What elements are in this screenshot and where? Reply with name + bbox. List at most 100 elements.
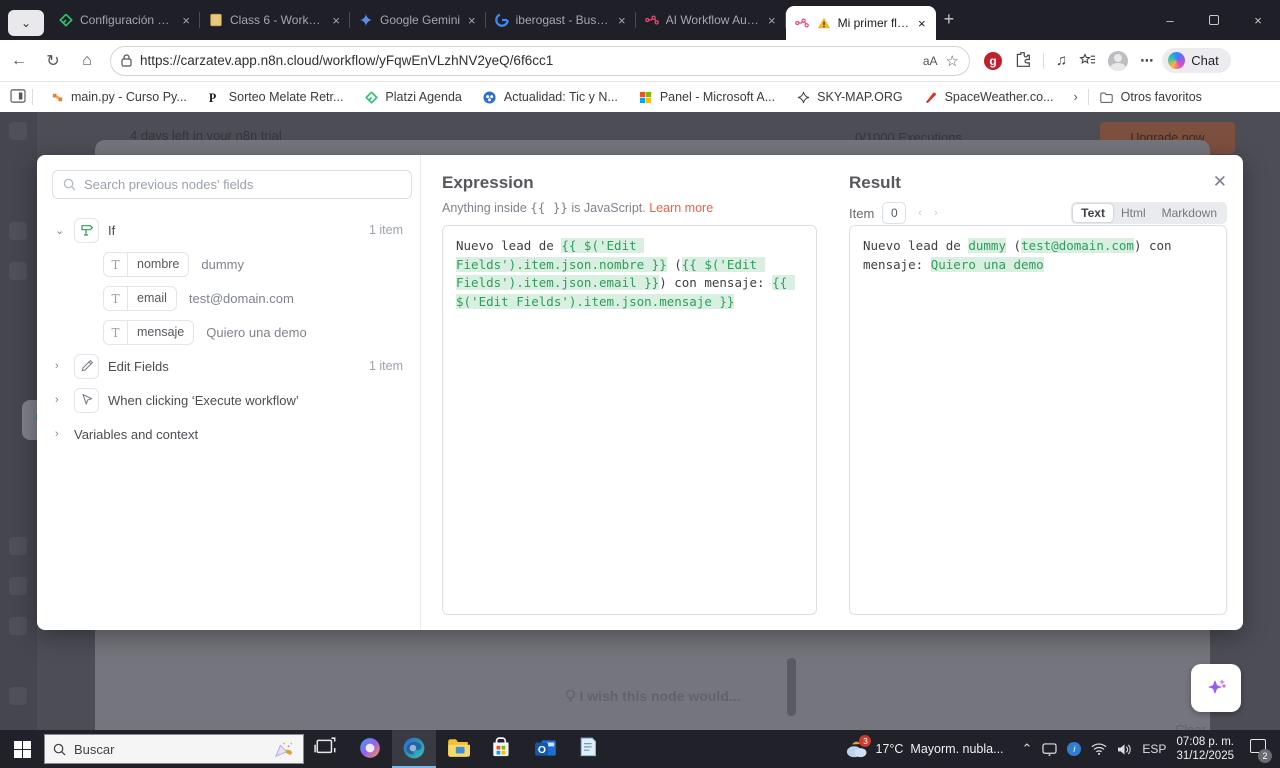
ai-assistant-button[interactable] [1191, 664, 1241, 712]
clear-execution-button[interactable]: Clear execution [1175, 722, 1231, 730]
translate-icon[interactable]: aA [923, 54, 938, 68]
taskbar-app-outlook[interactable]: O [524, 730, 568, 768]
taskbar-app-ms-store[interactable] [480, 730, 524, 768]
taskbar-app-edge[interactable] [392, 730, 436, 768]
scrollbar-thumb[interactable] [787, 658, 796, 716]
wifi-icon[interactable] [1091, 743, 1107, 755]
result-mode-text[interactable]: Text [1073, 204, 1113, 222]
search-input[interactable] [84, 177, 401, 192]
profile-avatar[interactable] [1108, 50, 1129, 71]
bookmarks-bar: main.py - Curso Py... P Sorteo Melate Retr… [0, 82, 1280, 112]
tree-field-email[interactable]: Temail test@domain.com [37, 281, 421, 315]
chevron-right-icon[interactable]: › [55, 360, 69, 372]
taskbar-search[interactable]: Buscar [44, 734, 304, 764]
expression-title: Expression [442, 173, 534, 192]
media-controls-icon[interactable]: ♫ [1056, 52, 1067, 69]
bookmark-item[interactable]: SpaceWeather.co... [913, 89, 1064, 105]
bookmark-item[interactable]: Actualidad: Tic y N... [472, 89, 628, 105]
volume-icon[interactable] [1117, 743, 1132, 756]
result-mode-html[interactable]: Html [1113, 204, 1154, 222]
chevron-right-icon[interactable]: › [55, 394, 69, 406]
field-pill[interactable]: Temail [103, 285, 177, 311]
browser-tab[interactable]: AI Workflow Automat × [636, 0, 786, 40]
home-button[interactable]: ⌂ [72, 46, 102, 76]
item-label: Item [849, 205, 875, 221]
bookmark-item[interactable]: Panel - Microsoft A... [628, 89, 785, 105]
tab-close-icon[interactable]: × [466, 13, 478, 28]
result-mode-markdown[interactable]: Markdown [1154, 204, 1225, 222]
tab-close-icon[interactable]: × [330, 13, 342, 28]
tree-node-variables-and-context[interactable]: › Variables and context [37, 417, 421, 451]
extensions-puzzle-icon[interactable] [1014, 51, 1031, 71]
sidebar-toggle-icon[interactable] [10, 88, 26, 106]
onedrive-info-icon[interactable]: i [1067, 742, 1082, 756]
microsoft-icon [638, 89, 654, 105]
node-feedback-prompt[interactable]: I wish this node would... [95, 688, 1210, 704]
grammarly-icon[interactable]: g [984, 51, 1002, 70]
edge-icon [402, 736, 426, 763]
tab-close-icon[interactable]: × [916, 16, 928, 31]
taskbar-weather[interactable]: 3 17°C Mayorm. nubla... [844, 735, 1004, 759]
text-type-icon: T [104, 286, 128, 310]
bookmark-item[interactable]: P Sorteo Melate Retr... [197, 89, 354, 105]
browser-tab[interactable]: Configuración paso a × [50, 0, 200, 40]
bookmark-item[interactable]: main.py - Curso Py... [39, 89, 197, 105]
notification-center-button[interactable]: 2 [1244, 737, 1272, 763]
cast-screen-icon[interactable] [1042, 742, 1058, 756]
settings-menu-icon[interactable]: ⋯ [1140, 53, 1154, 69]
bookmarks-overflow-chevron[interactable]: › [1063, 90, 1087, 104]
browser-tab[interactable]: Mi primer flujo - n × [785, 6, 936, 40]
tab-close-icon[interactable]: × [180, 13, 192, 28]
tree-node-edit-fields[interactable]: › Edit Fields 1 item [37, 349, 421, 383]
browser-tab[interactable]: Google Gemini × [350, 0, 486, 40]
tab-close-icon[interactable]: × [616, 13, 628, 28]
item-index-input[interactable]: 0 [882, 202, 907, 224]
bookmark-item[interactable]: Platzi Agenda [353, 89, 471, 105]
close-icon[interactable]: ✕ [1213, 173, 1227, 190]
browser-tab[interactable]: Class 6 - Worksheet fo × [200, 0, 350, 40]
bookmark-item[interactable]: SKY-MAP.ORG [785, 89, 912, 105]
taskbar-clock[interactable]: 07:08 p. m. 31/12/2025 [1176, 735, 1234, 763]
tree-field-mensaje[interactable]: Tmensaje Quiero una demo [37, 315, 421, 349]
prev-item-chevron[interactable]: ‹ [918, 207, 922, 219]
field-pill[interactable]: Tmensaje [103, 319, 195, 345]
address-bar[interactable]: https://carzatev.app.n8n.cloud/workflow/… [110, 45, 970, 76]
tab-close-icon[interactable]: × [766, 13, 778, 28]
language-indicator[interactable]: ESP [1142, 742, 1166, 756]
node-fields-search[interactable] [52, 170, 412, 199]
tree-field-nombre[interactable]: Tnombre dummy [37, 247, 421, 281]
expression-text: Nuevo lead de [456, 238, 562, 253]
expression-code-editor[interactable]: Nuevo lead de {{ $('Edit Fields').item.j… [442, 225, 817, 615]
start-button[interactable] [0, 730, 44, 768]
taskbar-app-notepad[interactable] [568, 730, 612, 768]
browser-tab[interactable]: iberogast - Buscar co × [486, 0, 636, 40]
new-tab-button[interactable]: + [944, 9, 955, 30]
taskbar-app-task-view[interactable] [304, 730, 348, 768]
outlook-icon: O [534, 736, 558, 763]
item-count: 1 item [368, 223, 403, 237]
copilot-chat-button[interactable]: Chat [1162, 48, 1231, 73]
window-restore-button[interactable] [1192, 0, 1236, 40]
taskbar-app-file-explorer[interactable] [436, 730, 480, 768]
learn-more-link[interactable]: Learn more [649, 201, 713, 215]
refresh-button[interactable]: ↻ [38, 46, 68, 76]
other-favorites-folder[interactable]: Otros favoritos [1089, 89, 1212, 105]
url-text: https://carzatev.app.n8n.cloud/workflow/… [140, 53, 554, 68]
next-item-chevron[interactable]: › [934, 207, 938, 219]
window-minimize-button[interactable]: – [1148, 0, 1192, 40]
tree-node-if[interactable]: ⌄ If 1 item [37, 213, 421, 247]
field-value: test@domain.com [188, 290, 294, 306]
bookmark-label: Sorteo Melate Retr... [228, 90, 344, 104]
tray-expand-chevron[interactable]: ⌃ [1022, 741, 1033, 757]
window-close-button[interactable]: × [1236, 0, 1280, 40]
taskbar-search-placeholder: Buscar [74, 741, 115, 757]
tree-node-when-clicking-execute-workflow-[interactable]: › When clicking ‘Execute workflow’ [37, 383, 421, 420]
back-button[interactable]: ← [4, 46, 34, 76]
chevron-right-icon[interactable]: › [55, 428, 69, 440]
tab-search-button[interactable]: ⌄ [8, 10, 44, 36]
collections-icon[interactable] [1079, 52, 1096, 70]
favorite-star-icon[interactable]: ☆ [946, 52, 959, 70]
field-pill[interactable]: Tnombre [103, 251, 190, 277]
taskbar-app-copilot[interactable] [348, 730, 392, 768]
chevron-down-icon[interactable]: ⌄ [55, 224, 69, 237]
